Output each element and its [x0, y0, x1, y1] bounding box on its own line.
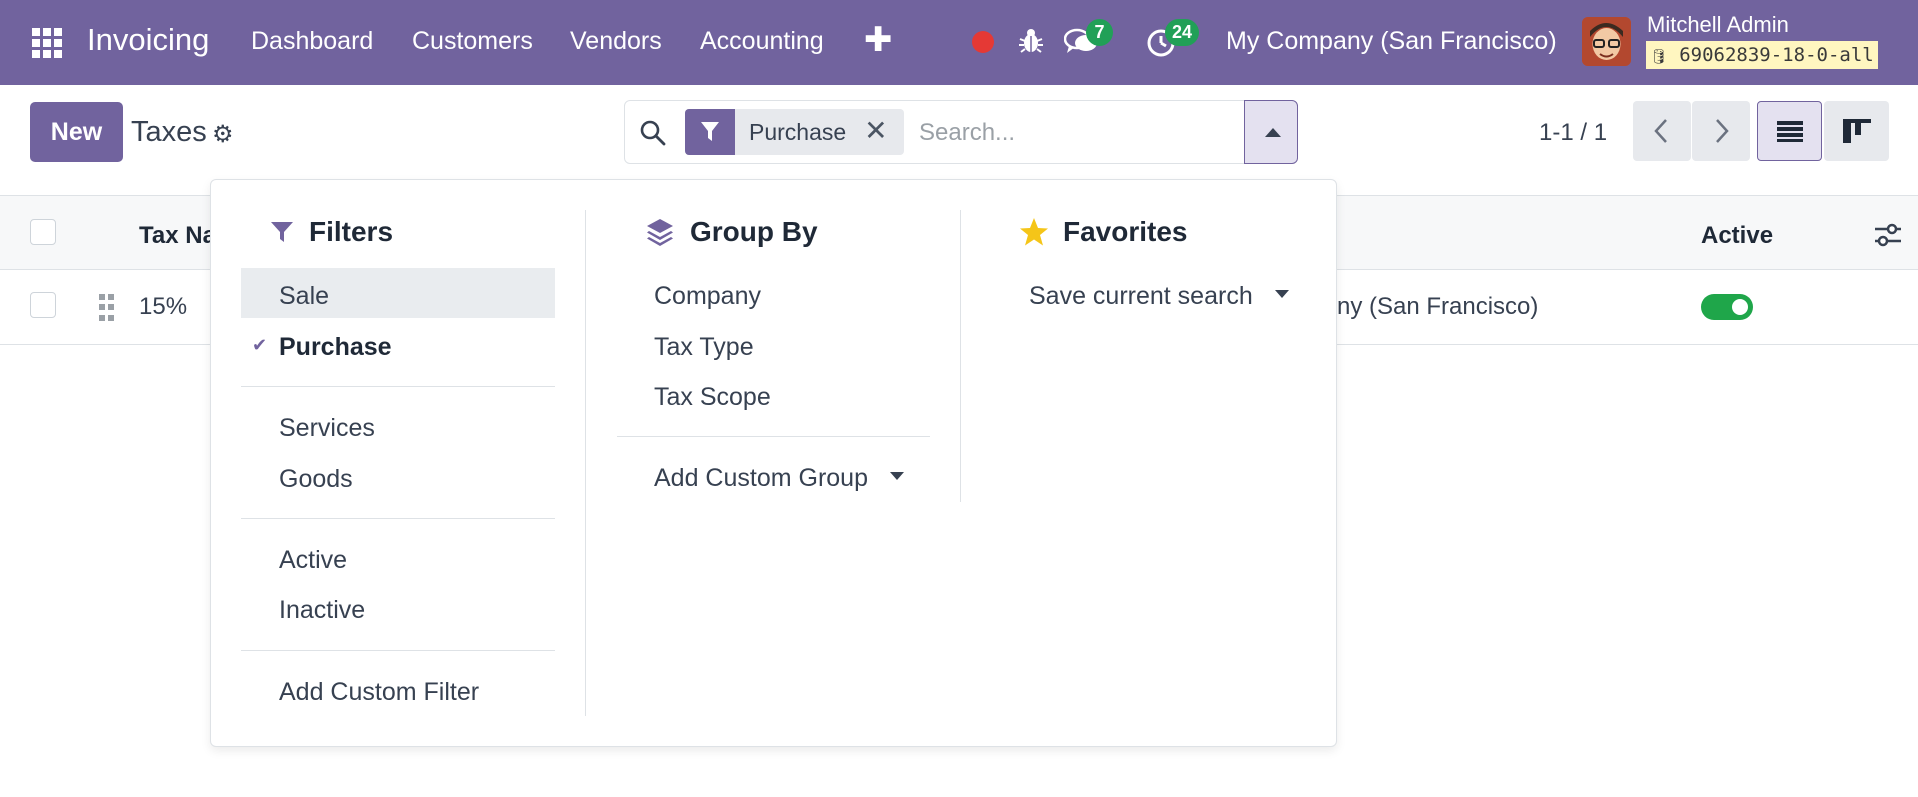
database-tag: 🛢 69062839-18-0-all — [1646, 41, 1878, 69]
search-bar[interactable]: Purchase ✕ — [624, 100, 1297, 164]
company-switcher[interactable]: My Company (San Francisco) — [1226, 27, 1557, 56]
favorites-title: Favorites — [1063, 216, 1188, 247]
chevron-left-icon — [1654, 119, 1667, 143]
star-icon — [1020, 218, 1048, 246]
search-panel-dropdown — [210, 179, 1337, 747]
record-dot-icon[interactable] — [972, 31, 994, 53]
search-icon[interactable] — [639, 119, 667, 147]
drag-handle-icon[interactable] — [99, 294, 115, 322]
pager-value[interactable]: 1-1 / 1 — [1539, 119, 1607, 147]
top-navbar: Invoicing Dashboard Customers Vendors Ac… — [0, 0, 1918, 85]
search-panel-toggle-button[interactable] — [1244, 100, 1298, 164]
column-divider — [960, 210, 961, 502]
database-icon: 🛢 — [1650, 49, 1668, 65]
new-button[interactable]: New — [30, 102, 123, 162]
filter-item-services[interactable]: Services — [279, 414, 375, 443]
apps-menu-icon[interactable] — [32, 28, 64, 58]
row-checkbox[interactable] — [30, 292, 56, 318]
row-company[interactable]: ny (San Francisco) — [1337, 293, 1538, 321]
save-current-search-label: Save current search — [1029, 282, 1253, 310]
page-title: Taxes — [131, 116, 207, 148]
chevron-right-icon — [1716, 119, 1729, 143]
search-input[interactable] — [919, 113, 1219, 153]
filter-icon — [685, 109, 735, 155]
filter-icon — [271, 222, 293, 242]
search-facet[interactable]: Purchase ✕ — [685, 109, 904, 155]
checkmark-icon: ✔ — [252, 335, 268, 355]
add-custom-group[interactable]: Add Custom Group — [654, 464, 904, 493]
menu-accounting[interactable]: Accounting — [700, 27, 824, 56]
caret-down-icon — [1274, 290, 1289, 299]
kanban-view-button[interactable] — [1824, 101, 1889, 161]
layers-icon — [647, 219, 673, 246]
column-header-name[interactable]: Tax Na — [139, 222, 216, 250]
caret-up-icon — [1265, 128, 1281, 137]
group-by-tax-scope[interactable]: Tax Scope — [654, 383, 771, 412]
group-by-tax-type[interactable]: Tax Type — [654, 333, 754, 362]
save-current-search[interactable]: Save current search — [1029, 282, 1289, 311]
menu-dashboard[interactable]: Dashboard — [251, 27, 373, 56]
filter-item-sale[interactable]: Sale — [279, 282, 329, 311]
caret-down-icon — [890, 472, 904, 481]
column-header-active[interactable]: Active — [1701, 222, 1773, 250]
row-active-toggle[interactable] — [1701, 294, 1753, 320]
divider — [241, 386, 555, 387]
optional-columns-icon[interactable] — [1874, 222, 1902, 248]
app-brand[interactable]: Invoicing — [87, 22, 209, 58]
filter-item-goods[interactable]: Goods — [279, 465, 353, 494]
list-view-icon — [1777, 121, 1803, 142]
bug-icon[interactable] — [1018, 27, 1044, 55]
database-name: 69062839-18-0-all — [1679, 44, 1874, 66]
group-by-title: Group By — [690, 216, 818, 247]
divider — [241, 650, 555, 651]
pager-previous-button[interactable] — [1633, 101, 1691, 161]
select-all-checkbox[interactable] — [30, 219, 56, 245]
user-avatar[interactable] — [1582, 17, 1631, 66]
filters-title: Filters — [309, 216, 394, 247]
user-name[interactable]: Mitchell Admin — [1647, 12, 1789, 38]
column-divider — [585, 210, 586, 716]
messages-badge: 7 — [1086, 19, 1113, 46]
kanban-view-icon — [1843, 119, 1871, 143]
list-view-button[interactable] — [1757, 101, 1822, 161]
quick-create-plus-icon[interactable]: ✚ — [864, 20, 893, 60]
divider — [617, 436, 930, 437]
pager-next-button[interactable] — [1692, 101, 1750, 161]
facet-label: Purchase — [749, 119, 847, 145]
filter-item-purchase[interactable]: Purchase — [279, 333, 392, 362]
row-tax-name[interactable]: 15% — [139, 293, 187, 321]
menu-customers[interactable]: Customers — [412, 27, 533, 56]
divider — [241, 518, 555, 519]
activities-badge: 24 — [1165, 19, 1200, 46]
add-custom-filter[interactable]: Add Custom Filter — [279, 678, 479, 707]
filter-item-inactive[interactable]: Inactive — [279, 596, 365, 625]
add-custom-group-label: Add Custom Group — [654, 464, 868, 492]
close-icon[interactable]: ✕ — [860, 109, 903, 155]
filter-item-active[interactable]: Active — [279, 546, 347, 575]
group-by-company[interactable]: Company — [654, 282, 761, 311]
gear-icon[interactable]: ⚙ — [212, 120, 234, 149]
menu-vendors[interactable]: Vendors — [570, 27, 662, 56]
